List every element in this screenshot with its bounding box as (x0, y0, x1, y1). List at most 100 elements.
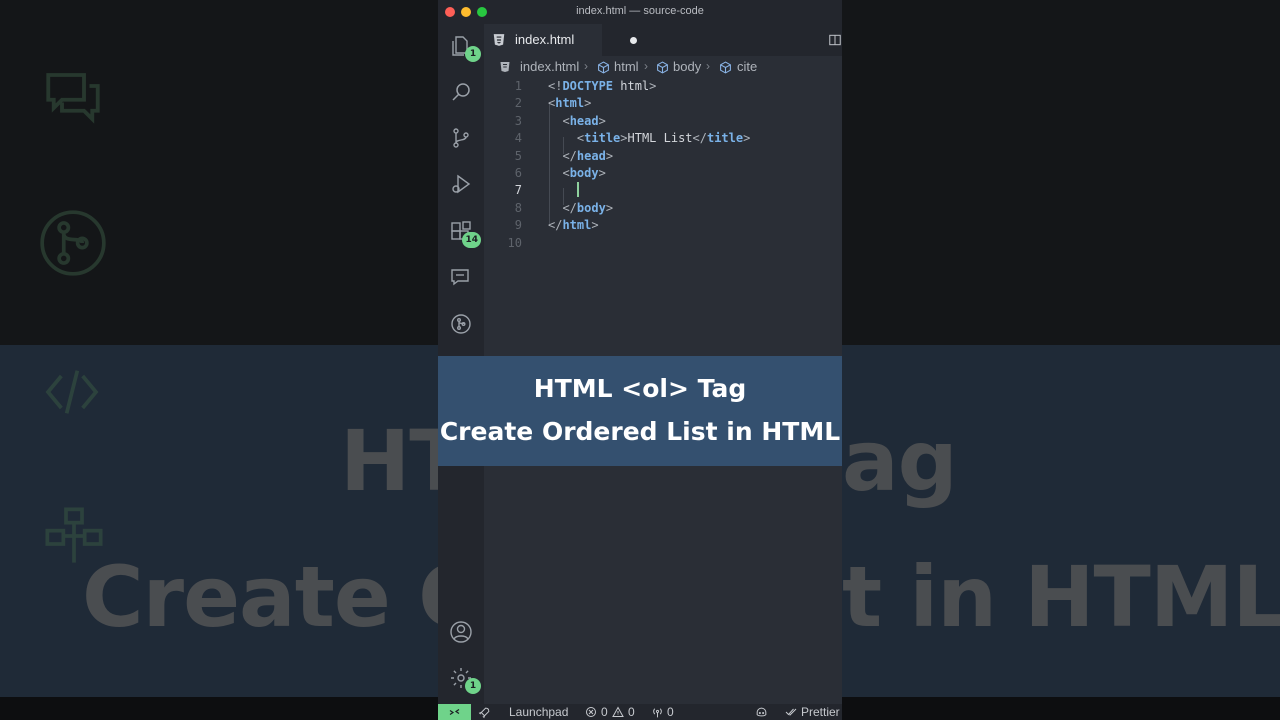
background-chat-icon (46, 73, 100, 124)
text-cursor (577, 182, 579, 197)
tag-name: html (562, 218, 592, 233)
code-token: </ (562, 200, 577, 215)
code-line: <!DOCTYPE html> (548, 79, 656, 93)
files-icon[interactable]: 1 (449, 34, 481, 62)
tag-name: title (584, 131, 621, 146)
chevron-right-icon: › (584, 59, 588, 73)
background-subtitle-left: Create Or (82, 548, 438, 646)
code-token: > (584, 96, 592, 111)
settings-badge: 1 (465, 678, 481, 694)
code-line: </body> (548, 201, 613, 215)
code-token: > (598, 166, 606, 180)
warning-icon (612, 706, 624, 717)
code-token: html (613, 79, 650, 93)
error-count[interactable]: 0 (601, 705, 608, 719)
remote-connection-icon (449, 709, 460, 715)
status-bar: Launchpad 0 0 0 Prettier (438, 704, 842, 720)
tab-bar: index.html (484, 24, 842, 56)
code-token: > (620, 131, 628, 146)
code-token: </ (692, 131, 707, 146)
background-git-icon (40, 210, 106, 276)
line-number: 8 (514, 200, 522, 215)
breadcrumb-file[interactable]: index.html (520, 59, 579, 74)
tab-label: index.html (515, 32, 575, 47)
code-line: <title>HTML List</title> (548, 131, 750, 145)
unsaved-dot-icon (630, 37, 637, 44)
code-token: > (605, 148, 614, 163)
line-number: 10 (507, 235, 522, 250)
tag-name: head (576, 148, 606, 163)
line-number: 5 (514, 148, 522, 163)
code-line: <html> (548, 96, 591, 110)
html5-icon (493, 34, 505, 46)
background-subtitle-right: t in HTML (842, 548, 1280, 646)
line-number: 6 (514, 166, 522, 180)
run-debug-icon[interactable] (449, 172, 473, 196)
code-token: </ (562, 148, 577, 163)
code-token: <! (548, 79, 563, 93)
tag-name: title (706, 131, 744, 146)
code-token: </ (548, 218, 563, 233)
split-editor-icon[interactable] (828, 33, 842, 47)
window-title: index.html — source-code (576, 5, 704, 17)
breadcrumb-item[interactable]: cite (737, 59, 757, 74)
code-token: < (562, 113, 570, 128)
tab-index-html[interactable]: index.html (484, 24, 602, 56)
code-line: </html> (548, 218, 599, 232)
extensions-badge: 14 (462, 232, 481, 248)
tag-name: body (569, 166, 599, 180)
code-token: > (598, 113, 606, 128)
video-frame: HT ag Create Or t in HTML index.html — s… (0, 0, 1280, 720)
breadcrumb: index.html › html › body › cite (484, 56, 842, 78)
html5-icon (500, 62, 510, 72)
extensions-icon[interactable]: 14 (449, 220, 481, 248)
prettier-label[interactable]: Prettier (801, 705, 840, 719)
code-token: < (562, 166, 570, 180)
line-number: 3 (514, 113, 522, 128)
line-number: 9 (514, 218, 522, 233)
chevron-right-icon: › (706, 59, 710, 73)
ports-count[interactable]: 0 (667, 705, 674, 719)
line-number: 7 (514, 183, 522, 198)
code-token: > (743, 131, 751, 146)
overlay-title: HTML <ol> Tag (533, 374, 747, 403)
code-line: <head> (548, 113, 606, 128)
search-icon[interactable] (449, 80, 473, 104)
chat-icon[interactable] (449, 266, 473, 290)
explorer-badge: 1 (465, 46, 481, 62)
remote-indicator[interactable] (438, 704, 471, 720)
gear-icon[interactable]: 1 (449, 666, 481, 694)
line-number: 4 (514, 131, 522, 146)
title-bar: index.html — source-code (438, 0, 842, 24)
account-icon[interactable] (449, 620, 473, 644)
code-token: HTML List (627, 131, 693, 146)
symbol-element-icon (598, 61, 609, 74)
code-line: <body> (548, 166, 606, 180)
title-overlay: HTML <ol> Tag Create Ordered List in HTM… (438, 356, 842, 466)
code-token: > (605, 200, 614, 215)
warning-count[interactable]: 0 (628, 705, 635, 719)
copilot-icon[interactable] (755, 706, 768, 719)
error-icon (586, 707, 596, 717)
source-control-icon[interactable] (449, 126, 473, 150)
line-number: 2 (514, 96, 522, 111)
line-number: 1 (514, 79, 522, 93)
overlay-subtitle: Create Ordered List in HTML (439, 417, 841, 446)
launchpad-label[interactable]: Launchpad (509, 705, 568, 719)
background-remote-icon (45, 370, 99, 414)
git-graph-icon[interactable] (449, 312, 473, 336)
broadcast-icon (653, 708, 662, 718)
symbol-element-icon (720, 61, 731, 74)
code-token: > (649, 79, 657, 93)
breadcrumb-item[interactable]: html (614, 59, 639, 74)
tag-name: head (569, 113, 599, 128)
chevron-right-icon: › (644, 59, 648, 73)
symbol-element-icon (657, 61, 668, 74)
breadcrumb-item[interactable]: body (673, 59, 701, 74)
code-line: </head> (548, 149, 613, 163)
double-check-icon (785, 708, 797, 716)
